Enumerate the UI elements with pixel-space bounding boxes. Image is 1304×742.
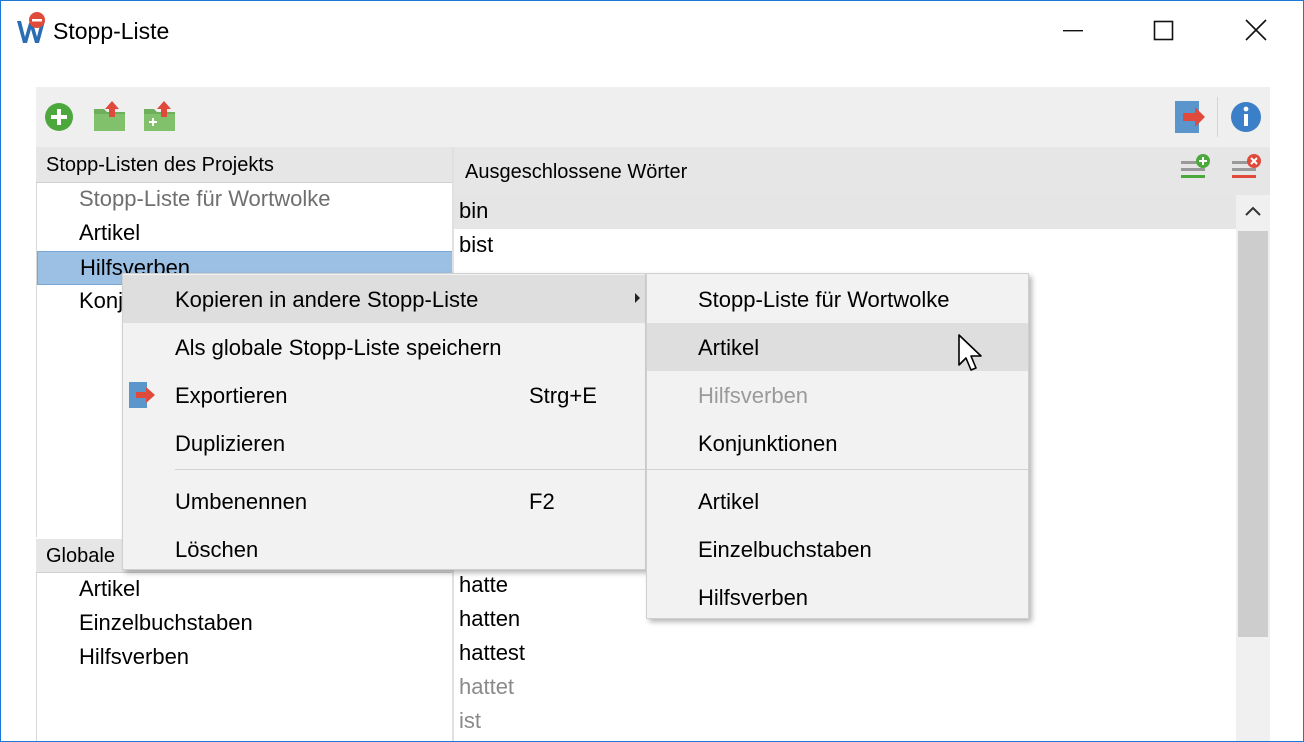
excluded-words-title: Ausgeschlossene Wörter bbox=[465, 161, 688, 183]
close-icon bbox=[1245, 19, 1267, 41]
list-item-label: Einzelbuchstaben bbox=[79, 610, 253, 635]
import-list-button[interactable] bbox=[90, 97, 130, 137]
context-menu: Kopieren in andere Stopp-Liste Als globa… bbox=[122, 273, 646, 570]
table-row[interactable]: ist bbox=[454, 705, 1236, 739]
submenu-item-label: Artikel bbox=[698, 335, 760, 360]
global-lists: Artikel Einzelbuchstaben Hilfsverben bbox=[36, 573, 453, 741]
word-label: hatten bbox=[459, 606, 521, 631]
list-item-label: Stopp-Liste für Wortwolke bbox=[79, 186, 331, 211]
export-button[interactable] bbox=[1171, 97, 1211, 137]
menu-item-label: Als globale Stopp-Liste speichern bbox=[175, 335, 502, 360]
vertical-scrollbar[interactable] bbox=[1236, 195, 1270, 741]
menu-item-rename[interactable]: Umbenennen F2 bbox=[123, 477, 645, 525]
folder-import-add-icon bbox=[144, 101, 175, 131]
submenu-item-label: Stopp-Liste für Wortwolke bbox=[698, 287, 950, 312]
submenu-item-label: Einzelbuchstaben bbox=[698, 537, 872, 562]
maximize-icon bbox=[1153, 20, 1174, 41]
minimize-icon bbox=[1063, 30, 1083, 32]
minimize-button[interactable] bbox=[1027, 1, 1119, 59]
submenu-item[interactable]: Einzelbuchstaben bbox=[647, 525, 1028, 573]
remove-word-icon bbox=[1232, 154, 1261, 178]
export-icon bbox=[1175, 101, 1205, 133]
table-row[interactable]: hattest bbox=[454, 637, 1236, 671]
window-title: Stopp-Liste bbox=[53, 18, 170, 44]
menu-item-label: Duplizieren bbox=[175, 431, 286, 456]
table-row[interactable]: bist bbox=[454, 229, 1236, 263]
submenu-item-label: Konjunktionen bbox=[698, 431, 838, 456]
word-label: bin bbox=[459, 198, 489, 223]
stopp-liste-window: Stopp-Liste Stopp-Listen des Projekts St… bbox=[0, 0, 1304, 742]
submenu-item[interactable]: Konjunktionen bbox=[647, 419, 1028, 467]
toolbar-separator bbox=[1217, 97, 1218, 137]
submenu-item[interactable]: Hilfsverben bbox=[647, 573, 1028, 621]
add-word-icon bbox=[1181, 154, 1210, 178]
submenu-item-disabled: Hilfsverben bbox=[647, 371, 1028, 419]
info-icon bbox=[1231, 102, 1261, 132]
list-item[interactable]: Stopp-Liste für Wortwolke bbox=[37, 183, 453, 217]
project-lists-header-label: Stopp-Listen des Projekts bbox=[46, 154, 274, 176]
app-logo-icon bbox=[17, 12, 45, 43]
folder-import-icon bbox=[94, 101, 125, 131]
list-item[interactable]: Hilfsverben bbox=[37, 641, 453, 675]
submenu-separator bbox=[647, 469, 1028, 470]
mouse-cursor-icon bbox=[958, 334, 982, 371]
submenu-item-label: Hilfsverben bbox=[698, 585, 809, 610]
menu-item-save-global[interactable]: Als globale Stopp-Liste speichern bbox=[123, 323, 645, 371]
menu-item-export[interactable]: Exportieren Strg+E bbox=[123, 371, 645, 419]
submenu-item-label: Hilfsverben bbox=[698, 383, 809, 408]
maximize-button[interactable] bbox=[1119, 1, 1211, 59]
menu-item-shortcut: Strg+E bbox=[529, 383, 597, 408]
menu-item-label: Umbenennen bbox=[175, 489, 308, 514]
menu-item-duplicate[interactable]: Duplizieren bbox=[123, 419, 645, 467]
submenu-item[interactable]: Stopp-Liste für Wortwolke bbox=[647, 275, 1028, 323]
word-label: hattet bbox=[459, 674, 515, 699]
add-word-button[interactable] bbox=[1179, 153, 1211, 185]
chevron-up-icon bbox=[1245, 206, 1261, 216]
table-row[interactable]: bin bbox=[454, 195, 1236, 229]
menu-item-delete[interactable]: Löschen bbox=[123, 525, 645, 573]
list-item-label: Artikel bbox=[79, 220, 141, 245]
menu-item-shortcut: F2 bbox=[529, 489, 555, 514]
menu-item-label: Kopieren in andere Stopp-Liste bbox=[175, 287, 479, 312]
menu-item-label: Exportieren bbox=[175, 383, 288, 408]
list-item-label: Hilfsverben bbox=[79, 644, 190, 669]
word-label: hatte bbox=[459, 572, 508, 597]
remove-word-button[interactable] bbox=[1230, 153, 1262, 185]
toolbar bbox=[36, 87, 1270, 147]
list-item[interactable]: Einzelbuchstaben bbox=[37, 607, 453, 641]
add-icon bbox=[45, 103, 73, 131]
project-lists-header: Stopp-Listen des Projekts bbox=[36, 147, 452, 183]
close-button[interactable] bbox=[1211, 1, 1303, 59]
word-label: hattest bbox=[459, 640, 526, 665]
new-list-button[interactable] bbox=[40, 97, 80, 137]
list-item-label: Konj bbox=[79, 288, 124, 313]
list-item-label: Artikel bbox=[79, 576, 141, 601]
list-item[interactable]: Artikel bbox=[37, 217, 453, 251]
submenu-item-label: Artikel bbox=[698, 489, 760, 514]
copy-target-submenu: Stopp-Liste für Wortwolke Artikel Hilfsv… bbox=[646, 273, 1029, 619]
menu-item-label: Löschen bbox=[175, 537, 259, 562]
submenu-arrow-icon bbox=[635, 293, 640, 303]
submenu-item[interactable]: Artikel bbox=[647, 477, 1028, 525]
global-lists-header-label: Globale bbox=[46, 545, 115, 567]
menu-item-copy-to-list[interactable]: Kopieren in andere Stopp-Liste bbox=[123, 275, 645, 323]
word-label: bist bbox=[459, 232, 494, 257]
scroll-up-button[interactable] bbox=[1236, 195, 1270, 229]
title-bar: Stopp-Liste bbox=[1, 1, 1303, 59]
table-row[interactable]: hattet bbox=[454, 671, 1236, 705]
menu-separator bbox=[175, 469, 645, 470]
info-button[interactable] bbox=[1226, 97, 1266, 137]
word-label: ist bbox=[459, 708, 481, 733]
import-add-list-button[interactable] bbox=[140, 97, 180, 137]
list-item[interactable]: Artikel bbox=[37, 573, 453, 607]
scrollbar-thumb[interactable] bbox=[1238, 231, 1268, 637]
export-icon bbox=[129, 382, 155, 408]
excluded-words-header: Ausgeschlossene Wörter bbox=[454, 147, 1270, 195]
